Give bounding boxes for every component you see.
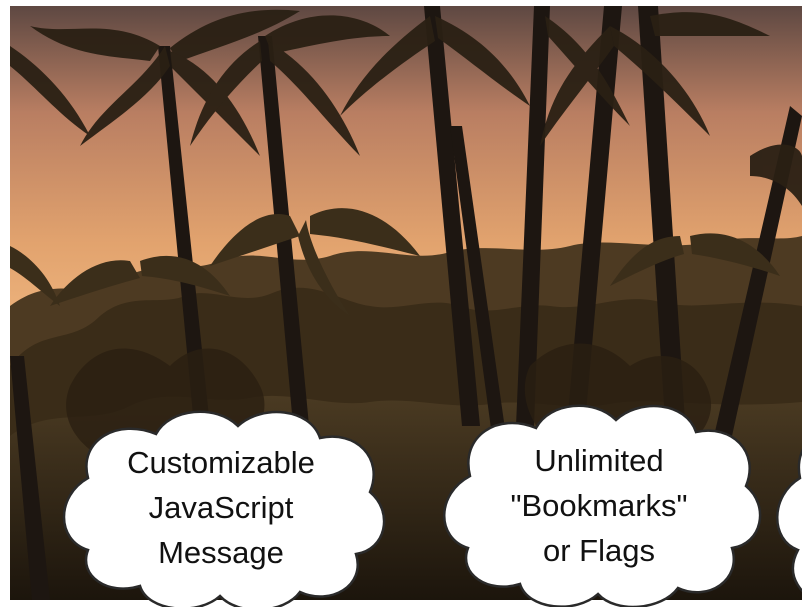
cloud-shape-icon: [776, 448, 802, 593]
bubble-line: or Flags: [543, 532, 655, 568]
bubble-text-unlimited-bookmarks: Unlimited "Bookmarks" or Flags: [432, 396, 766, 607]
bubble-line: Customizable: [127, 444, 315, 480]
screenshot-frame: Customizable JavaScript Message Unlimite…: [0, 0, 802, 607]
bubble-text-customizable-message: Customizable JavaScript Message: [48, 400, 394, 607]
bubble-line: Unlimited: [534, 442, 664, 478]
cloud-bubble-partial: [770, 400, 802, 607]
bubble-line: Message: [158, 534, 284, 570]
cloud-bubble-unlimited-bookmarks: Unlimited "Bookmarks" or Flags: [432, 396, 766, 607]
bubble-line: "Bookmarks": [510, 487, 688, 523]
bubble-line: JavaScript: [148, 489, 294, 525]
cloud-bubble-customizable-message: Customizable JavaScript Message: [48, 400, 394, 607]
